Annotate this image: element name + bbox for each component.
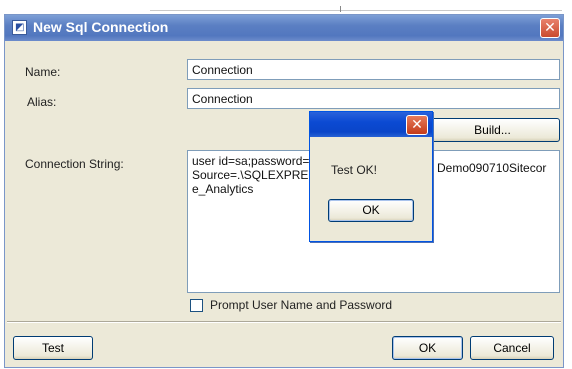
dialog-titlebar[interactable]: ◩ New Sql Connection ✕ bbox=[5, 15, 563, 41]
close-button[interactable]: ✕ bbox=[540, 18, 560, 38]
background-window-edge bbox=[150, 10, 562, 11]
build-button[interactable]: Build... bbox=[425, 118, 560, 142]
connection-string-line-1-tail: Demo090710Sitecor bbox=[437, 161, 547, 175]
footer-separator-highlight bbox=[7, 322, 561, 323]
message-box-close-button[interactable]: ✕ bbox=[406, 115, 428, 135]
message-text: Test OK! bbox=[331, 163, 378, 177]
test-button[interactable]: Test bbox=[13, 336, 93, 360]
prompt-credentials-label: Prompt User Name and Password bbox=[210, 298, 393, 312]
alias-label: Alias: bbox=[27, 95, 57, 109]
ok-button[interactable]: OK bbox=[392, 336, 463, 360]
name-label: Name: bbox=[25, 65, 61, 79]
new-sql-connection-dialog: ◩ New Sql Connection ✕ Name: Connection … bbox=[4, 14, 564, 368]
alias-field[interactable]: Connection bbox=[187, 88, 560, 109]
prompt-credentials-checkbox[interactable] bbox=[190, 299, 203, 312]
background-window-tick bbox=[340, 6, 341, 12]
message-box-ok-button[interactable]: OK bbox=[328, 199, 414, 222]
test-result-message-box: ✕ Test OK! OK bbox=[309, 111, 433, 242]
message-box-titlebar[interactable]: ✕ bbox=[310, 112, 432, 137]
connection-icon: ◩ bbox=[12, 20, 27, 35]
dialog-title: New Sql Connection bbox=[33, 19, 169, 35]
name-field[interactable]: Connection bbox=[187, 59, 560, 80]
cancel-button[interactable]: Cancel bbox=[470, 336, 554, 360]
connection-string-label: Connection String: bbox=[25, 157, 124, 171]
